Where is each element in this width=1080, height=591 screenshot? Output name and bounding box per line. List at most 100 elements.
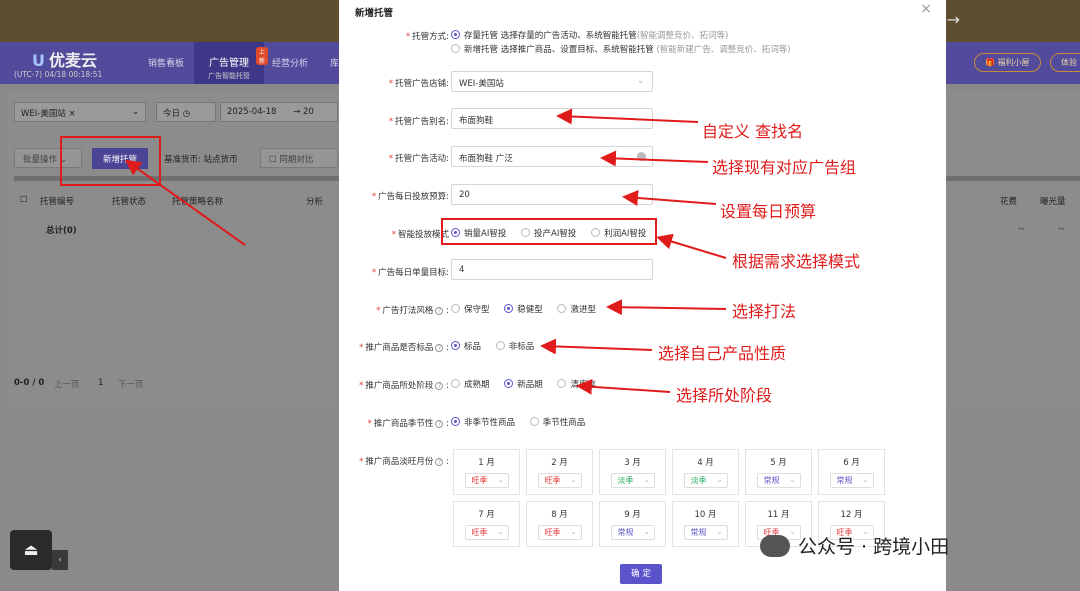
standard-group: 标品 非标品 bbox=[451, 340, 546, 352]
collapse-menu-button[interactable]: ⏏ bbox=[10, 530, 52, 570]
month-name: 9 月 bbox=[624, 510, 641, 520]
chevron-down-icon: ⌄ bbox=[862, 476, 869, 484]
chevron-down-icon: ⌄ bbox=[643, 476, 650, 484]
alias-label: * 托管广告别名: bbox=[388, 117, 449, 127]
month-name: 2 月 bbox=[551, 458, 568, 468]
seasonal-label: * 推广商品季节性? : bbox=[367, 419, 449, 429]
radio-icon[interactable] bbox=[529, 417, 539, 426]
watermark: 公众号 · 跨境小田 bbox=[760, 532, 949, 559]
stage-mature[interactable]: 成熟期 bbox=[451, 379, 490, 390]
chevron-left-icon[interactable]: ‹ bbox=[52, 550, 68, 570]
month-season-value: 旺季 bbox=[544, 476, 561, 485]
month-season-select[interactable]: 淡季 ⌄ bbox=[683, 473, 728, 488]
style-aggressive[interactable]: 激进型 bbox=[557, 304, 596, 315]
seasonal-yes[interactable]: 季节性商品 bbox=[529, 417, 585, 428]
seasonal-group: 非季节性商品 季节性商品 bbox=[451, 416, 597, 428]
help-icon[interactable]: ? bbox=[435, 381, 444, 390]
hosting-mode-existing[interactable]: 存量托管 选择存量的广告活动、系统智能托管(智能调整竞价、拓词等) bbox=[451, 29, 728, 41]
month-season-select[interactable]: 常规 ⌄ bbox=[829, 473, 874, 488]
radio-icon[interactable] bbox=[557, 304, 567, 313]
chevron-down-icon: ⌄ bbox=[497, 476, 504, 484]
annotation-campaign: 选择现有对应广告组 bbox=[712, 158, 857, 177]
month-cell: 3 月淡季 ⌄ bbox=[599, 449, 666, 495]
standard-no[interactable]: 非标品 bbox=[495, 341, 534, 352]
month-name: 12 月 bbox=[840, 510, 863, 520]
radio-icon[interactable] bbox=[495, 341, 505, 350]
help-icon[interactable]: ? bbox=[435, 343, 444, 352]
close-icon[interactable]: × bbox=[920, 1, 932, 17]
stage-group: 成熟期 新品期 清库存 bbox=[451, 378, 608, 390]
month-season-select[interactable]: 旺季 ⌄ bbox=[537, 473, 582, 488]
help-icon[interactable]: ? bbox=[435, 419, 444, 428]
month-season-select[interactable]: 旺季 ⌄ bbox=[464, 525, 509, 540]
radio-icon[interactable] bbox=[451, 304, 460, 313]
month-season-value: 常规 bbox=[690, 528, 707, 537]
month-season-select[interactable]: 淡季 ⌄ bbox=[610, 473, 655, 488]
chevron-down-icon: ⌄ bbox=[716, 476, 723, 484]
month-cell: 5 月常规 ⌄ bbox=[745, 449, 812, 495]
months-label: * 推广商品淡旺月份? : bbox=[359, 457, 449, 467]
month-cell: 6 月常规 ⌄ bbox=[818, 449, 885, 495]
radio-selected-icon[interactable] bbox=[451, 417, 460, 426]
month-season-select[interactable]: 常规 ⌄ bbox=[756, 473, 801, 488]
month-season-select[interactable]: 旺季 ⌄ bbox=[537, 525, 582, 540]
stage-new[interactable]: 新品期 bbox=[504, 379, 543, 390]
style-steady[interactable]: 稳健型 bbox=[504, 304, 543, 315]
month-name: 11 月 bbox=[767, 510, 790, 520]
radio-icon[interactable] bbox=[557, 379, 567, 388]
help-icon[interactable]: ? bbox=[435, 457, 444, 466]
radio-icon[interactable] bbox=[451, 379, 460, 388]
month-season-select[interactable]: 常规 ⌄ bbox=[610, 525, 655, 540]
month-cell: 2 月旺季 ⌄ bbox=[526, 449, 593, 495]
stage-clearance[interactable]: 清库存 bbox=[557, 379, 596, 390]
month-name: 5 月 bbox=[770, 458, 787, 468]
month-name: 7 月 bbox=[478, 510, 495, 520]
month-season-select[interactable]: 常规 ⌄ bbox=[683, 525, 728, 540]
month-season-value: 淡季 bbox=[617, 476, 634, 485]
month-season-value: 常规 bbox=[836, 476, 853, 485]
daily-budget-input[interactable]: 20 bbox=[451, 184, 653, 205]
chevron-down-icon: ⌄ bbox=[789, 476, 796, 484]
campaign-select[interactable]: 布面狗鞋 广泛 bbox=[451, 146, 653, 167]
month-season-value: 旺季 bbox=[471, 528, 488, 537]
radio-icon[interactable] bbox=[451, 44, 460, 53]
standard-yes[interactable]: 标品 bbox=[451, 341, 481, 352]
modal-title: 新增托管 bbox=[355, 8, 394, 19]
month-cell: 9 月常规 ⌄ bbox=[599, 501, 666, 547]
month-name: 10 月 bbox=[694, 510, 717, 520]
shop-select[interactable]: WEI-美国站 ⌄ bbox=[451, 71, 653, 92]
radio-selected-icon[interactable] bbox=[451, 341, 460, 350]
annotation-stage: 选择所处阶段 bbox=[676, 386, 773, 405]
clear-icon[interactable] bbox=[637, 152, 646, 161]
annotation-style: 选择打法 bbox=[732, 302, 797, 321]
month-cell: 1 月旺季 ⌄ bbox=[453, 449, 520, 495]
month-name: 8 月 bbox=[551, 510, 568, 520]
radio-selected-icon[interactable] bbox=[451, 30, 460, 39]
month-season-select[interactable]: 旺季 ⌄ bbox=[464, 473, 509, 488]
annotation-standard: 选择自己产品性质 bbox=[658, 344, 787, 363]
month-name: 4 月 bbox=[697, 458, 714, 468]
alias-input[interactable]: 布面狗鞋 bbox=[451, 108, 653, 129]
month-season-value: 淡季 bbox=[690, 476, 707, 485]
radio-selected-icon[interactable] bbox=[504, 304, 514, 313]
new-hosting-modal: 新增托管 × * 托管方式: 存量托管 选择存量的广告活动、系统智能托管(智能调整… bbox=[339, 0, 946, 591]
help-icon[interactable]: ? bbox=[435, 306, 444, 315]
month-season-value: 常规 bbox=[763, 476, 780, 485]
chevron-down-icon: ⌄ bbox=[716, 528, 723, 536]
month-cell: 10 月常规 ⌄ bbox=[672, 501, 739, 547]
month-season-value: 常规 bbox=[617, 528, 634, 537]
shop-label: * 托管广告店铺: bbox=[388, 79, 449, 89]
month-season-value: 旺季 bbox=[471, 476, 488, 485]
chevron-down-icon: ⌄ bbox=[637, 76, 644, 85]
annotation-mode: 根据需求选择模式 bbox=[732, 252, 861, 271]
chevron-down-icon: ⌄ bbox=[570, 528, 577, 536]
style-conservative[interactable]: 保守型 bbox=[451, 304, 490, 315]
seasonal-no[interactable]: 非季节性商品 bbox=[451, 417, 515, 428]
confirm-button[interactable]: 确 定 bbox=[620, 564, 662, 584]
standard-label: * 推广商品是否标品? : bbox=[359, 343, 449, 353]
hosting-mode-new[interactable]: 新增托管 选择推广商品、设置目标、系统智能托管 (智能新建广告、调整竞价、拓词等… bbox=[451, 43, 791, 55]
month-cell: 8 月旺季 ⌄ bbox=[526, 501, 593, 547]
radio-selected-icon[interactable] bbox=[504, 379, 514, 388]
daily-target-input[interactable]: 4 bbox=[451, 259, 653, 280]
month-cell: 4 月淡季 ⌄ bbox=[672, 449, 739, 495]
